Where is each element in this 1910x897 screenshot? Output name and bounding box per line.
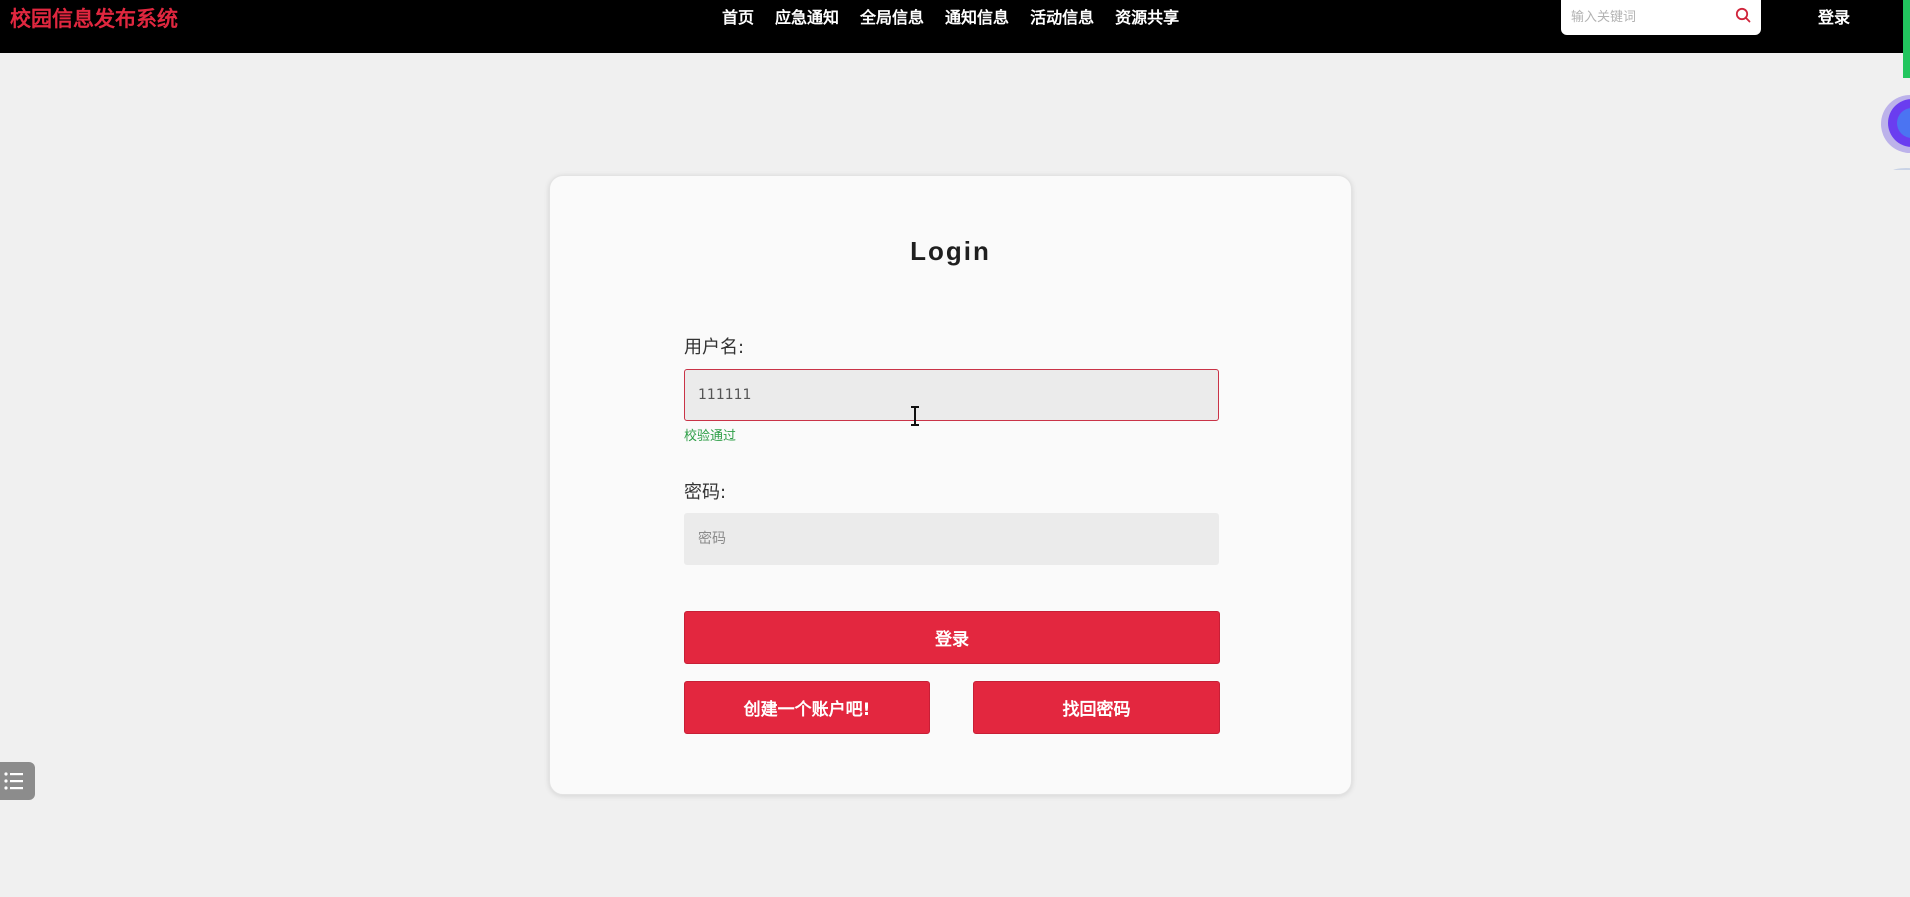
- username-validation-message: 校验通过: [684, 429, 737, 444]
- search-input[interactable]: [1569, 4, 1733, 30]
- top-navbar: 校园信息发布系统 首页 应急通知 全局信息 通知信息 活动信息 资源共享 登录: [0, 0, 1910, 53]
- password-label: 密码:: [684, 482, 727, 503]
- username-label: 用户名:: [684, 337, 745, 358]
- recover-password-button[interactable]: 找回密码: [973, 681, 1220, 734]
- nav-item-global-info[interactable]: 全局信息: [860, 4, 924, 28]
- login-title: Login: [910, 236, 991, 266]
- login-button[interactable]: 登录: [684, 611, 1220, 664]
- text-cursor-icon: [911, 406, 919, 426]
- assistant-avatar-icon[interactable]: [1874, 80, 1910, 170]
- side-menu-button[interactable]: [0, 762, 35, 800]
- nav-item-home[interactable]: 首页: [722, 4, 754, 28]
- nav-item-activity-info[interactable]: 活动信息: [1030, 4, 1094, 28]
- nav-login-link[interactable]: 登录: [1818, 4, 1850, 28]
- login-card: Login 用户名: 校验通过 密码: 登录 创建一个账户吧! 找回密码: [549, 175, 1352, 795]
- nav-item-resource-sharing[interactable]: 资源共享: [1115, 4, 1179, 28]
- edge-indicator: [1903, 0, 1910, 78]
- create-account-button[interactable]: 创建一个账户吧!: [684, 681, 930, 734]
- main-nav: 首页 应急通知 全局信息 通知信息 活动信息 资源共享: [722, 4, 1179, 28]
- search-icon[interactable]: [1734, 6, 1752, 24]
- nav-item-emergency-notice[interactable]: 应急通知: [775, 4, 839, 28]
- username-field[interactable]: [684, 369, 1219, 421]
- password-field[interactable]: [684, 513, 1219, 565]
- nav-item-notice-info[interactable]: 通知信息: [945, 4, 1009, 28]
- menu-list-icon: [4, 772, 23, 790]
- site-logo[interactable]: 校园信息发布系统: [10, 3, 178, 33]
- search-box: [1561, 0, 1761, 35]
